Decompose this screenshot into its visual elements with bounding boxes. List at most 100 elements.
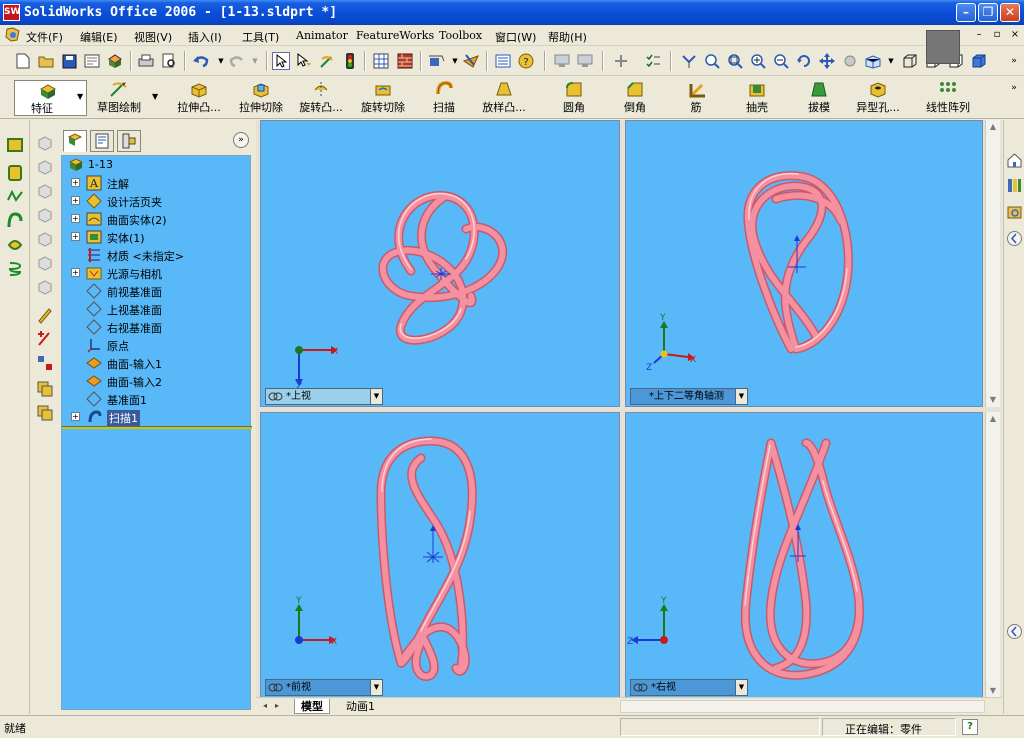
loft-boss-button[interactable]: 放样凸... <box>477 80 531 116</box>
minimize-button[interactable]: – <box>956 3 976 22</box>
tree-item-solid-bodies[interactable]: + 实体(1) <box>62 228 250 246</box>
chamfer-button[interactable]: 倒角 <box>621 80 649 116</box>
menu-window[interactable]: 窗口(W) <box>495 29 536 45</box>
viewport-top-label[interactable]: *上视 ▼ <box>265 388 383 405</box>
viewport-front-label[interactable]: *前视 ▼ <box>265 679 383 696</box>
menu-animator[interactable]: Animator <box>296 29 348 42</box>
redo-icon[interactable] <box>228 52 246 70</box>
view-dropdown-icon[interactable]: ▼ <box>735 389 747 404</box>
print-preview-icon[interactable] <box>160 52 178 70</box>
expand-icon[interactable]: + <box>71 232 80 241</box>
expand-icon[interactable]: + <box>71 178 80 187</box>
toolbox-icon[interactable] <box>396 52 414 70</box>
extrude-boss-button[interactable]: 拉伸凸... <box>172 80 226 116</box>
hole-wizard-button[interactable]: 异型孔... <box>851 80 905 116</box>
3d-instant-website-icon[interactable] <box>462 52 480 70</box>
linear-pattern-button[interactable]: 线性阵列 <box>923 80 973 116</box>
tree-item-sweep-1[interactable]: + 扫描1 <box>62 408 250 426</box>
tree-item-material[interactable]: 材质 <未指定> <box>62 246 250 264</box>
collapse-pane-icon[interactable] <box>1006 623 1023 640</box>
cube-gray5-icon[interactable] <box>36 230 54 248</box>
document-menu-icon[interactable] <box>4 27 22 43</box>
rebuild-sketch-icon[interactable] <box>318 52 336 70</box>
mdi-restore-button[interactable]: ▫ <box>990 28 1004 42</box>
draft-button[interactable]: 拔模 <box>805 80 833 116</box>
mdi-close-button[interactable]: × <box>1008 28 1022 42</box>
view-dropdown-icon[interactable]: ▼ <box>370 680 382 695</box>
expand-icon[interactable]: + <box>71 196 80 205</box>
move-entities-icon[interactable] <box>36 404 54 422</box>
undo-icon[interactable] <box>192 52 210 70</box>
tab-animation-1[interactable]: 动画1 <box>340 699 381 714</box>
revolve-cut-button[interactable]: 旋转切除 <box>357 80 409 116</box>
solidworks-logo-icon[interactable]: SW <box>3 4 20 21</box>
menu-toolbox[interactable]: Toolbox <box>439 29 482 42</box>
tree-item-imported-surface-1[interactable]: 曲面-输入1 <box>62 354 250 372</box>
tree-root[interactable]: 1-13 <box>62 156 250 174</box>
viewport-top[interactable]: X Z *上视 ▼ <box>260 120 620 407</box>
rotate-view-icon[interactable] <box>795 52 813 70</box>
document-manager-icon[interactable] <box>553 52 571 70</box>
copy-entities-icon[interactable] <box>36 380 54 398</box>
extrude-feature-icon[interactable] <box>6 136 24 154</box>
helix-feature-icon[interactable] <box>6 212 24 230</box>
tab-prev-button[interactable]: ◂ <box>260 700 270 712</box>
zoom-to-selection-icon[interactable] <box>772 52 790 70</box>
tree-item-front-plane[interactable]: 前视基准面 <box>62 282 250 300</box>
menu-view[interactable]: 视图(V) <box>134 29 172 45</box>
tree-item-design-binder[interactable]: + 设计活页夹 <box>62 192 250 210</box>
menu-help[interactable]: 帮助(H) <box>548 29 587 45</box>
tab-next-button[interactable]: ▸ <box>272 700 282 712</box>
standard-views-icon[interactable] <box>864 52 882 70</box>
features-dropdown-icon[interactable]: ▼ <box>77 92 83 101</box>
property-manager-tab[interactable] <box>90 130 114 152</box>
photoworks-icon[interactable] <box>428 52 446 70</box>
traffic-light-icon[interactable] <box>341 52 359 70</box>
save-drawing-icon[interactable] <box>83 52 101 70</box>
help-icon[interactable]: ? <box>517 52 535 70</box>
tree-item-surface-bodies[interactable]: + 曲面实体(2) <box>62 210 250 228</box>
fillet-button[interactable]: 圆角 <box>560 80 588 116</box>
new-document-icon[interactable] <box>14 52 32 70</box>
zoom-to-fit-icon[interactable] <box>703 52 721 70</box>
expand-icon[interactable]: + <box>71 214 80 223</box>
shaded-icon[interactable] <box>970 52 988 70</box>
zoom-to-area-icon[interactable] <box>726 52 744 70</box>
feature-manager-tab[interactable] <box>63 130 87 152</box>
file-explorer-icon[interactable] <box>1006 204 1023 221</box>
cube-gray-icon[interactable] <box>36 134 54 152</box>
quick-tips-help-button[interactable]: ? <box>962 719 978 735</box>
cube-gray2-icon[interactable] <box>36 158 54 176</box>
viewport-right[interactable]: Y Z *右视 ▼ <box>625 412 983 698</box>
3d-drawing-view-icon[interactable] <box>841 52 859 70</box>
sketch-button[interactable]: 草图绘制 <box>93 80 145 116</box>
restore-button[interactable]: ❐ <box>978 3 998 22</box>
extrude-cut-button[interactable]: 拉伸切除 <box>235 80 287 116</box>
save-icon[interactable] <box>60 52 78 70</box>
tree-item-right-plane[interactable]: 右视基准面 <box>62 318 250 336</box>
spring-feature-icon[interactable] <box>6 260 24 278</box>
options-grid-icon[interactable] <box>372 52 390 70</box>
view-dropdown-icon[interactable]: ▼ <box>735 680 747 695</box>
close-button[interactable]: ✕ <box>1000 3 1020 22</box>
open-folder-icon[interactable] <box>37 52 55 70</box>
toolbar-overflow-icon[interactable]: » <box>1005 52 1023 70</box>
wireframe-icon[interactable] <box>901 52 919 70</box>
curve-feature-icon[interactable] <box>6 188 24 206</box>
tab-model[interactable]: 模型 <box>294 699 330 714</box>
tree-item-annotations[interactable]: + A 注解 <box>62 174 250 192</box>
cube-gray3-icon[interactable] <box>36 182 54 200</box>
select-filter-icon[interactable] <box>295 52 313 70</box>
vertical-scrollbar-bottom[interactable]: ▲ ▼ <box>985 412 1000 698</box>
smart-dimension-icon[interactable] <box>36 330 54 348</box>
revolve-boss-button[interactable]: 旋转凸... <box>294 80 348 116</box>
make-assembly-icon[interactable] <box>106 52 124 70</box>
home-icon[interactable] <box>1006 152 1023 169</box>
features-toolbar-overflow-icon[interactable]: » <box>1005 79 1023 97</box>
sketch-pencil-icon[interactable] <box>36 306 54 324</box>
cylinder-feature-icon[interactable] <box>6 164 24 182</box>
add-relation-icon[interactable] <box>36 354 54 372</box>
move-component-icon[interactable] <box>612 52 630 70</box>
zoom-in-out-icon[interactable] <box>749 52 767 70</box>
document-manager2-icon[interactable] <box>576 52 594 70</box>
